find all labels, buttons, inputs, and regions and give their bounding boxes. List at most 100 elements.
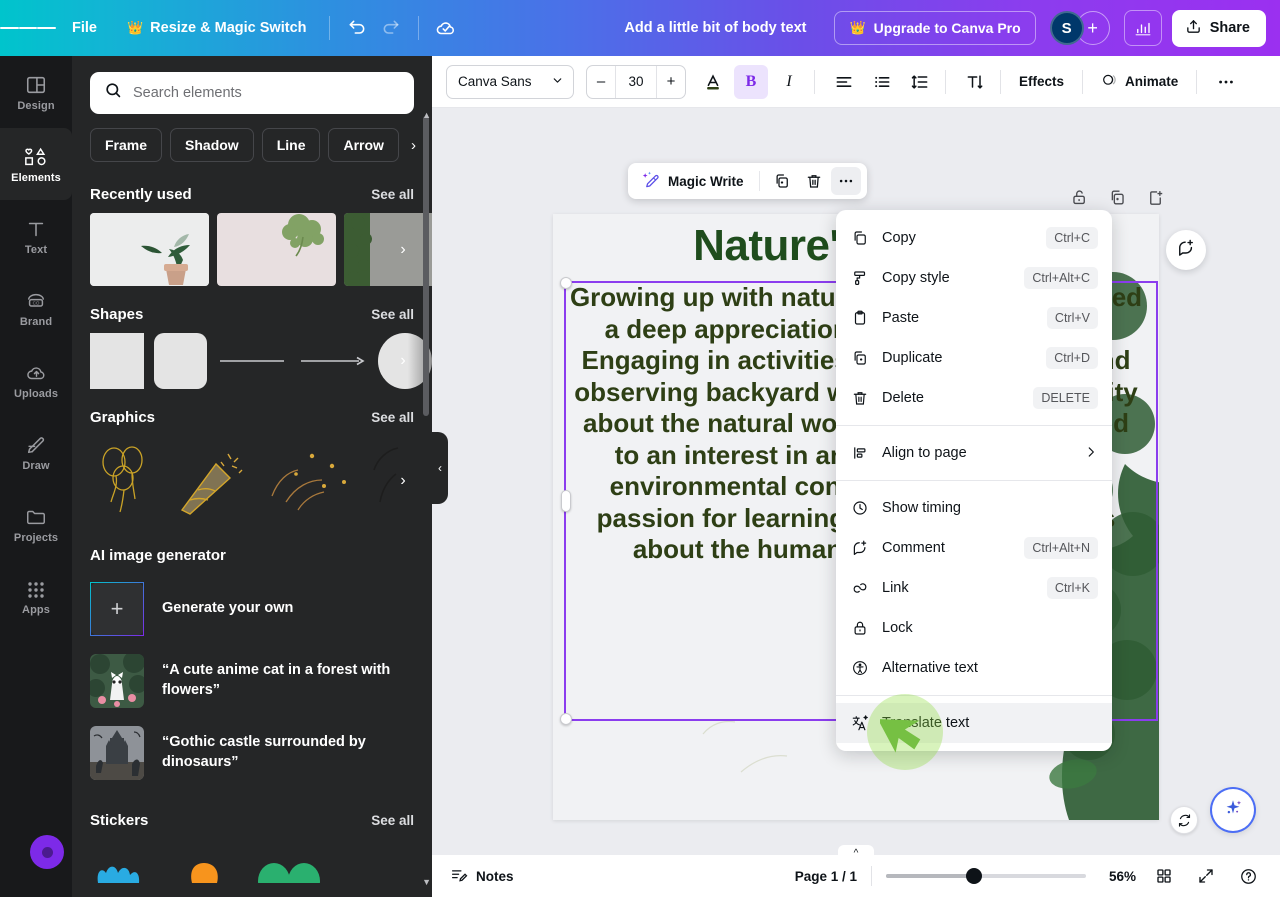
panel-scroll-up[interactable]: ▲ <box>422 110 431 120</box>
ai-prompt-item[interactable]: “Gothic castle surrounded by dinosaurs” <box>72 720 432 792</box>
chip-frame[interactable]: Frame <box>90 128 163 162</box>
animate-button[interactable]: Animate <box>1091 64 1188 100</box>
context-menu-item-show-timing[interactable]: Show timing <box>836 488 1112 528</box>
font-size-decrease[interactable]: – <box>587 66 615 98</box>
sidebar-item-elements[interactable]: Elements <box>0 128 72 200</box>
sidebar-item-design[interactable]: Design <box>0 56 72 128</box>
context-menu-item-align-to-page[interactable]: Align to page <box>836 433 1112 473</box>
sidebar-item-draw[interactable]: Draw <box>0 416 72 488</box>
duplicate-page-icon[interactable] <box>1102 182 1132 212</box>
panel-scroll-down[interactable]: ▼ <box>422 877 431 887</box>
sidebar-item-projects[interactable]: Projects <box>0 488 72 560</box>
context-menu-item-duplicate[interactable]: Duplicate Ctrl+D <box>836 338 1112 378</box>
cloud-saved-icon[interactable] <box>429 11 463 45</box>
context-menu-item-alternative-text[interactable]: Alternative text <box>836 648 1112 688</box>
context-menu-item-link[interactable]: Link Ctrl+K <box>836 568 1112 608</box>
sticker-blue-star[interactable] <box>90 843 162 888</box>
text-direction-icon[interactable] <box>958 65 992 99</box>
scroll-next-recently-used[interactable]: › <box>390 237 416 263</box>
magic-write-button[interactable]: Magic Write <box>634 164 752 198</box>
shape-line[interactable] <box>217 333 288 389</box>
font-family-select[interactable]: Canva Sans <box>446 64 574 99</box>
sidebar-item-apps[interactable]: Apps <box>0 560 72 632</box>
sidebar-item-uploads[interactable]: Uploads <box>0 344 72 416</box>
share-button[interactable]: Share <box>1171 9 1266 47</box>
sticker-green-leaves[interactable] <box>254 843 326 897</box>
ai-generate-your-own[interactable]: + Generate your own <box>72 576 432 648</box>
graphic-balloons[interactable] <box>90 440 168 525</box>
recording-indicator[interactable] <box>30 835 64 869</box>
resize-magic-switch-button[interactable]: 👑 Resize & Magic Switch <box>115 13 319 43</box>
context-menu-item-lock[interactable]: Lock <box>836 608 1112 648</box>
unlock-icon[interactable] <box>1064 182 1094 212</box>
magic-assistant-button[interactable] <box>1212 789 1254 831</box>
font-size-increase[interactable]: + <box>657 66 685 98</box>
add-page-icon[interactable] <box>1140 182 1170 212</box>
slider-thumb[interactable] <box>966 868 982 884</box>
align-left-icon[interactable] <box>827 65 861 99</box>
page-indicator[interactable]: Page 1 / 1 <box>795 869 857 884</box>
bullet-list-icon[interactable] <box>865 65 899 99</box>
crown-icon: 👑 <box>126 20 144 35</box>
panel-collapse-button[interactable]: ‹ <box>432 432 448 504</box>
search-box[interactable] <box>90 72 414 114</box>
thumbnail-tree-sky[interactable] <box>217 213 336 286</box>
help-question-icon[interactable] <box>1234 862 1262 890</box>
zoom-level[interactable]: 56% <box>1100 869 1136 884</box>
chip-shadow[interactable]: Shadow <box>170 128 254 162</box>
sticker-orange[interactable] <box>172 843 244 888</box>
more-horizontal-icon[interactable] <box>1209 65 1243 99</box>
shape-square[interactable] <box>90 333 144 389</box>
upgrade-button[interactable]: 👑 Upgrade to Canva Pro <box>834 11 1036 45</box>
context-menu-item-translate-text[interactable]: Translate text <box>836 703 1112 743</box>
context-menu-item-copy-style[interactable]: Copy style Ctrl+Alt+C <box>836 258 1112 298</box>
effects-button[interactable]: Effects <box>1009 66 1074 97</box>
graphic-fireworks[interactable] <box>262 440 358 525</box>
undo-icon[interactable] <box>340 11 374 45</box>
file-menu-button[interactable]: File <box>60 13 109 43</box>
context-menu-item-comment[interactable]: Comment Ctrl+Alt+N <box>836 528 1112 568</box>
zoom-slider[interactable] <box>886 866 1086 886</box>
see-all-recently-used[interactable]: See all <box>371 187 414 202</box>
chip-arrow[interactable]: Arrow <box>328 128 399 162</box>
context-menu-item-paste[interactable]: Paste Ctrl+V <box>836 298 1112 338</box>
trash-icon <box>850 389 870 407</box>
insights-bar-chart-icon[interactable] <box>1123 10 1162 46</box>
scroll-next-shapes[interactable]: › <box>390 348 416 374</box>
ai-prompt-item[interactable]: “A cute anime cat in a forest with flowe… <box>72 648 432 720</box>
design-title[interactable]: Add a little bit of body text <box>612 13 818 43</box>
chevron-right-icon[interactable]: › <box>407 137 420 154</box>
scroll-next-graphics[interactable]: › <box>390 468 416 494</box>
context-menu-item-copy[interactable]: Copy Ctrl+C <box>836 218 1112 258</box>
thumbnail-plant-pot[interactable] <box>90 213 209 286</box>
shape-arrow[interactable] <box>298 333 369 389</box>
sidebar-item-brand[interactable]: CO Brand <box>0 272 72 344</box>
trash-icon[interactable] <box>799 167 829 195</box>
sidebar-item-text[interactable]: Text <box>0 200 72 272</box>
text-color-a-icon[interactable] <box>696 65 730 99</box>
chip-line[interactable]: Line <box>261 128 321 162</box>
hamburger-icon[interactable] <box>0 0 57 56</box>
italic-button[interactable]: I <box>772 65 806 99</box>
see-all-shapes[interactable]: See all <box>371 307 414 322</box>
font-size-value[interactable]: 30 <box>615 65 657 98</box>
duplicate-icon[interactable] <box>767 167 797 195</box>
add-comment-button[interactable] <box>1166 230 1206 270</box>
line-spacing-icon[interactable] <box>903 65 937 99</box>
context-menu-item-delete[interactable]: Delete DELETE <box>836 378 1112 418</box>
avatar[interactable]: S <box>1049 11 1084 45</box>
notes-button[interactable]: Notes <box>450 866 514 887</box>
panel-scrollbar[interactable] <box>423 116 429 416</box>
redo-icon[interactable] <box>374 11 408 45</box>
bold-button[interactable]: B <box>734 64 768 99</box>
graphic-party-popper[interactable] <box>172 440 258 525</box>
grid-view-icon[interactable] <box>1150 862 1178 890</box>
rotate-icon[interactable] <box>1170 806 1198 834</box>
thumbnail-ivy-wall[interactable] <box>344 213 432 286</box>
fullscreen-icon[interactable] <box>1192 862 1220 890</box>
see-all-graphics[interactable]: See all <box>371 410 414 425</box>
shape-rounded-square[interactable] <box>153 333 208 389</box>
more-horizontal-icon[interactable] <box>830 167 861 195</box>
see-all-stickers[interactable]: See all <box>371 813 414 828</box>
search-input[interactable] <box>133 85 400 101</box>
